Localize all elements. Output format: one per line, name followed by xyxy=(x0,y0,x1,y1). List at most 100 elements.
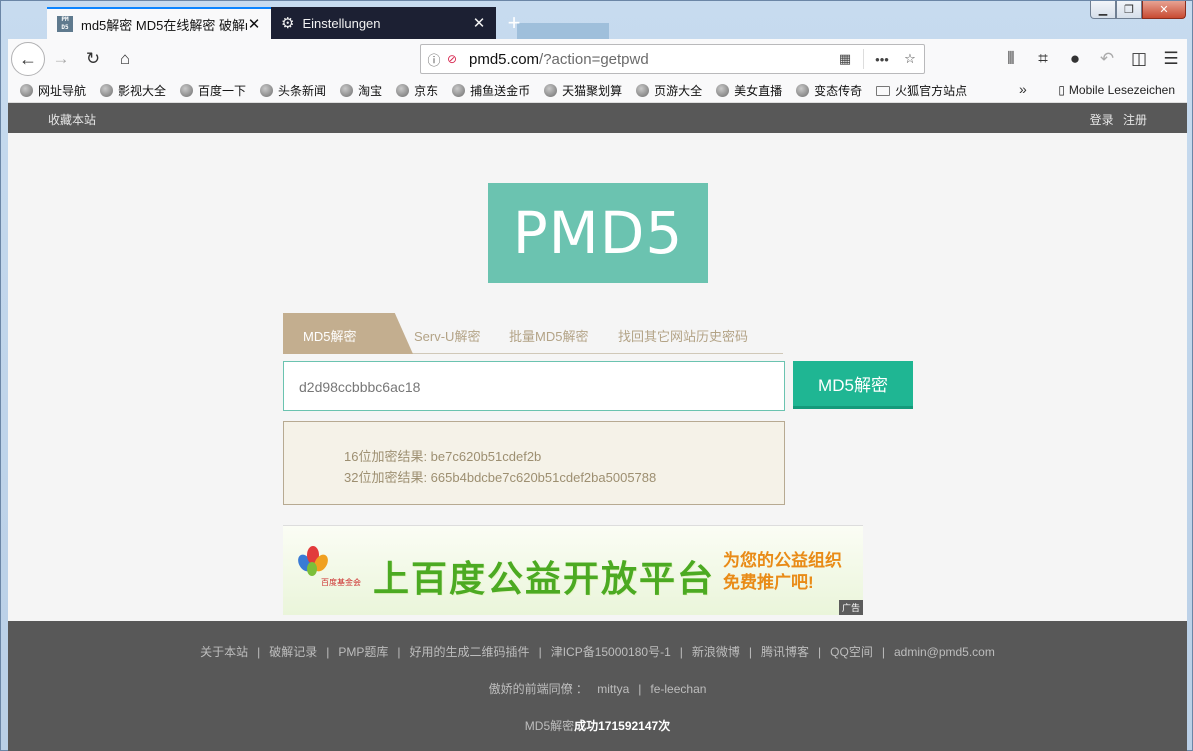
site-logo: PMD5 xyxy=(488,183,708,283)
gear-icon: ⚙ xyxy=(281,15,295,32)
bookmark-item[interactable]: 天猫聚划算 xyxy=(544,82,622,99)
page-actions-icon[interactable]: ••• xyxy=(868,52,896,67)
divider: | xyxy=(748,645,753,659)
footer-link[interactable]: PMP题库 xyxy=(338,645,388,659)
bookmark-item[interactable]: 京东 xyxy=(396,82,438,99)
divider: | xyxy=(881,645,885,659)
bookmark-label: 火狐官方站点 xyxy=(895,84,968,98)
globe-icon xyxy=(340,84,354,97)
home-button[interactable]: ⌂ xyxy=(109,43,141,75)
divider: | xyxy=(679,645,683,659)
footer-link[interactable]: QQ空间 xyxy=(830,645,873,659)
url-bar[interactable]: ⓘ ⊘ pmd5.com/?action=getpwd ▦ ••• ☆ xyxy=(420,44,925,74)
folder-icon xyxy=(876,85,891,96)
login-link[interactable]: 登录 xyxy=(1090,113,1114,127)
tab-servu-decrypt[interactable]: Serv-U解密 xyxy=(414,326,480,345)
pmd5-favicon-icon: PM D5 xyxy=(57,16,73,32)
bookmark-item[interactable]: 捕鱼送金币 xyxy=(452,82,530,99)
bookmark-label: 变态传奇 xyxy=(814,84,863,98)
tab-recover-password[interactable]: 找回其它网站历史密码 xyxy=(618,326,748,345)
footer-link[interactable]: 腾讯博客 xyxy=(761,645,809,659)
favorite-link[interactable]: 收藏本站 xyxy=(48,111,96,128)
tab-md5-decrypt[interactable]: MD5解密 xyxy=(283,313,413,354)
bookmark-label: 头条新闻 xyxy=(278,84,327,98)
footer-link[interactable]: 津ICP备15000180号-1 xyxy=(551,645,671,659)
divider: | xyxy=(638,682,642,696)
close-tab-icon[interactable]: ✕ xyxy=(247,15,261,33)
chevron-double-right-icon[interactable]: » xyxy=(1019,81,1027,97)
screenshot-crop-icon[interactable]: ⌗ xyxy=(1027,43,1059,75)
qr-code-icon[interactable]: ▦ xyxy=(831,51,859,67)
minimize-button[interactable]: ▁ xyxy=(1090,1,1116,19)
mobile-bookmarks[interactable]: ▯ Mobile Lesezeichen xyxy=(1058,83,1175,97)
forward-button[interactable]: → xyxy=(45,43,77,75)
globe-icon xyxy=(180,84,194,97)
friend-link[interactable]: fe-leechan xyxy=(650,682,706,696)
bookmark-item[interactable]: 页游大全 xyxy=(636,82,702,99)
maximize-button[interactable]: ❐ xyxy=(1116,1,1142,19)
tab-md5[interactable]: PM D5 md5解密 MD5在线解密 破解m ✕ xyxy=(47,7,271,39)
bookmark-item[interactable]: 淘宝 xyxy=(340,82,382,99)
bookmark-item[interactable]: 美女直播 xyxy=(716,82,782,99)
url-domain: pmd5.com xyxy=(469,50,540,68)
globe-icon xyxy=(100,84,114,97)
footer-link[interactable]: 好用的生成二维码插件 xyxy=(410,645,530,659)
globe-icon xyxy=(544,84,558,97)
close-window-button[interactable]: ✕ xyxy=(1142,1,1186,19)
menu-icon[interactable]: ☰ xyxy=(1155,43,1187,75)
ad-slogan: 为您的公益组织 免费推广吧! xyxy=(723,550,842,594)
back-button[interactable]: ← xyxy=(11,42,45,76)
undo-icon[interactable]: ↶ xyxy=(1091,43,1123,75)
url-path: /?action=getpwd xyxy=(539,50,649,68)
globe-icon xyxy=(716,84,730,97)
result-16bit: 16位加密结果: be7c620b51cdef2b xyxy=(344,449,542,464)
url-text[interactable]: pmd5.com/?action=getpwd xyxy=(465,51,831,68)
tab-batch-md5[interactable]: 批量MD5解密 xyxy=(509,326,588,345)
footer-link[interactable]: 关于本站 xyxy=(200,645,248,659)
bookmark-label: 百度一下 xyxy=(198,84,247,98)
bookmark-star-icon[interactable]: ☆ xyxy=(896,51,924,67)
counter-value: 成功171592147次 xyxy=(574,719,671,733)
insecure-lock-icon[interactable]: ⊘ xyxy=(447,52,465,66)
chat-bubble-icon[interactable]: ● xyxy=(1059,43,1091,75)
bookmark-item[interactable]: 百度一下 xyxy=(180,82,246,99)
navigation-toolbar: ← → ↻ ⌂ ⓘ ⊘ pmd5.com/?action=getpwd ▦ ••… xyxy=(8,39,1187,79)
account-links: 登录 注册 xyxy=(1084,111,1147,128)
tab-settings[interactable]: ⚙ Einstellungen ✕ xyxy=(271,7,496,39)
bookmark-item[interactable]: 网址导航 xyxy=(20,82,86,99)
divider: | xyxy=(397,645,401,659)
bookmark-label: 网址导航 xyxy=(38,84,87,98)
ad-banner[interactable]: 百度基金会 上百度公益开放平台 为您的公益组织 免费推广吧! 广告 xyxy=(283,525,863,615)
footer-link[interactable]: 新浪微博 xyxy=(692,645,740,659)
friend-link[interactable]: mittya xyxy=(597,682,629,696)
register-link[interactable]: 注册 xyxy=(1123,113,1147,127)
divider: | xyxy=(818,645,822,659)
new-tab-button[interactable]: + xyxy=(496,7,532,39)
md5-decrypt-button[interactable]: MD5解密 xyxy=(793,361,913,409)
decrypt-counter: MD5解密成功171592147次 xyxy=(8,717,1187,734)
web-page: 收藏本站 登录 注册 PMD5 MD5解密 Serv-U解密 批量MD5解密 找… xyxy=(8,103,1187,751)
bookmark-item[interactable]: 头条新闻 xyxy=(260,82,326,99)
hash-input[interactable]: d2d98ccbbbc6ac18 xyxy=(283,361,785,411)
globe-icon xyxy=(796,84,810,97)
info-icon[interactable]: ⓘ xyxy=(421,50,447,69)
bookmark-label: 京东 xyxy=(414,84,439,98)
reload-button[interactable]: ↻ xyxy=(77,43,109,75)
library-icon[interactable]: ⫴ xyxy=(995,43,1027,75)
divider: | xyxy=(538,645,542,659)
close-tab-icon[interactable]: ✕ xyxy=(472,14,486,32)
footer-link[interactable]: admin@pmd5.com xyxy=(894,645,995,659)
bookmark-item[interactable]: 影视大全 xyxy=(100,82,166,99)
bookmark-label: 捕鱼送金币 xyxy=(470,84,531,98)
result-32bit: 32位加密结果: 665b4bdcbe7c620b51cdef2ba500578… xyxy=(344,470,657,485)
ad-headline: 上百度公益开放平台 xyxy=(373,558,716,599)
browser-window: ▁ ❐ ✕ PM D5 md5解密 MD5在线解密 破解m ✕ ⚙ Einstel… xyxy=(0,0,1193,751)
bookmark-folder[interactable]: 火狐官方站点 xyxy=(876,82,967,99)
ad-slogan-line: 为您的公益组织 xyxy=(723,551,842,570)
bookmark-item[interactable]: 变态传奇 xyxy=(796,82,862,99)
sidebar-icon[interactable]: ◫ xyxy=(1123,43,1155,75)
footer-link[interactable]: 破解记录 xyxy=(269,645,317,659)
footer-friends: 傲娇的前端同僚 ： mittya | fe-leechan xyxy=(8,680,1187,697)
bookmark-label: 天猫聚划算 xyxy=(562,84,623,98)
bookmarks-toolbar: 网址导航 影视大全 百度一下 头条新闻 淘宝 京东 捕鱼送金币 天猫聚划算 页游… xyxy=(8,79,1187,103)
